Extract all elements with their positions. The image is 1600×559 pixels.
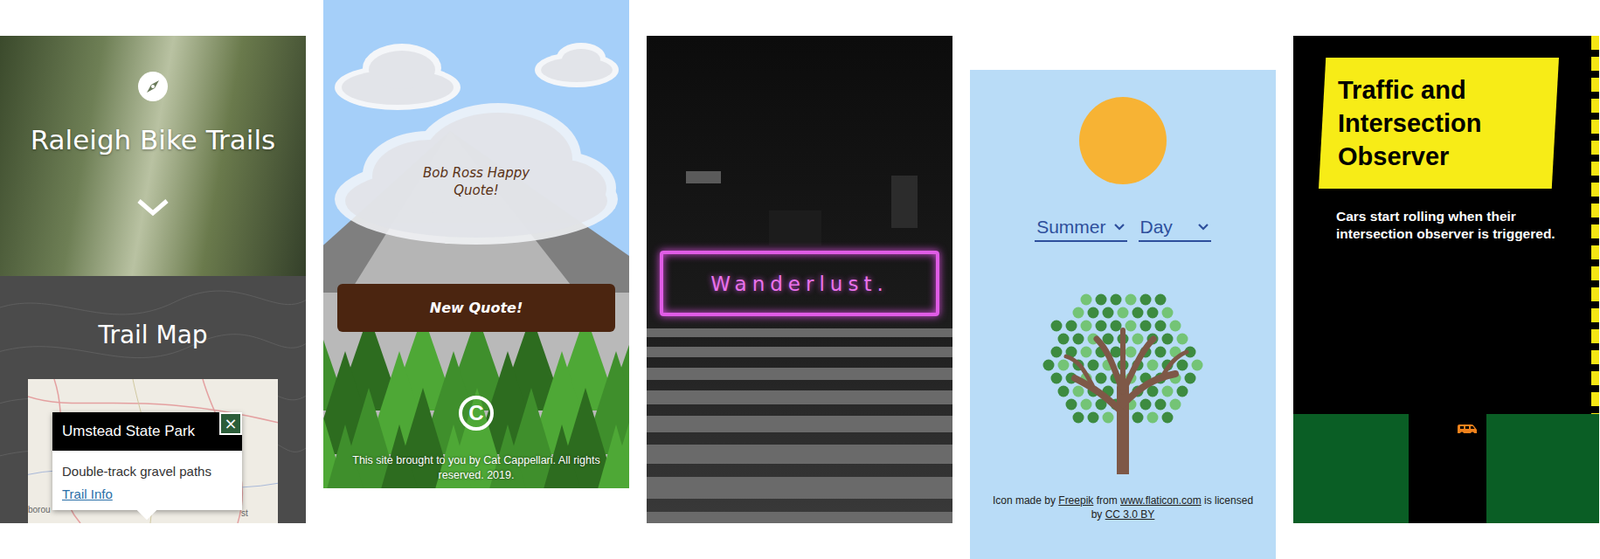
map-label: borou (27, 505, 51, 515)
select-row: Summer Day (1034, 215, 1212, 243)
bob-ross-panel: Bob Ross Happy Quote! New Quote! C This sit… (323, 0, 630, 489)
compass-icon (138, 71, 168, 102)
trails-panel: Raleigh Bike TrailsTrail MapboroustUmste… (0, 35, 306, 524)
seasons-panel: Summer Day Icon made by Freepik from www.f… (969, 69, 1276, 559)
sun-icon (1079, 96, 1167, 185)
credit-text: Icon made by (992, 494, 1059, 507)
lane-markings (1591, 35, 1600, 415)
site-title: Raleigh Bike Trails (30, 122, 276, 158)
title-box: Traffic and Intersection Observer (1318, 57, 1559, 189)
chevron-down-icon (1197, 222, 1210, 232)
subtitle: Cars start rolling when their intersecti… (1336, 207, 1565, 243)
neon-sign: Wanderlust. (659, 250, 940, 317)
credit-text: from (1093, 494, 1121, 507)
chevron-down-icon (1113, 222, 1126, 232)
popup-description: Double-track gravel paths (62, 463, 233, 481)
popup-title: Umstead State Park (62, 422, 195, 441)
icon-credit: Icon made by Freepik from www.flaticon.c… (987, 493, 1259, 522)
map-label: st (241, 508, 249, 519)
quote-area: Bob Ross Happy Quote! New Quote! C This sit… (323, 0, 630, 484)
trail-map[interactable]: borou st Umstead State Park × Double-track g… (27, 379, 278, 524)
road (1408, 414, 1487, 524)
dropdown[interactable]: Summer (1034, 215, 1127, 243)
page-title: Traffic and Intersection Observer (1337, 73, 1542, 174)
close-button[interactable]: × (219, 412, 243, 436)
dropdown-value: Day (1140, 215, 1173, 239)
hero: Raleigh Bike Trails (0, 35, 306, 277)
dropdown[interactable]: Day (1138, 215, 1212, 243)
hero: Wanderlust. (646, 35, 953, 317)
credit-link[interactable]: www.flaticon.com (1120, 494, 1202, 507)
dropdown-value: Summer (1036, 215, 1106, 239)
trail-info-link[interactable]: Trail Info (62, 485, 113, 504)
credit-link[interactable]: Freepik (1058, 494, 1094, 507)
new-quote-button[interactable]: New Quote! (337, 283, 616, 333)
footer-text: This site brought to you by Cat Cappella… (336, 453, 617, 484)
site-title: Wanderlust. (710, 272, 888, 296)
traffic-panel: Traffic and Intersection Observer Cars st… (1293, 35, 1600, 524)
tree-icon (1031, 290, 1215, 475)
van-icon (1456, 423, 1478, 437)
popup-header: Umstead State Park × (52, 412, 243, 451)
grass (1486, 414, 1600, 524)
wanderlust-panel: Wanderlust. (646, 35, 953, 524)
popup-tail (137, 500, 158, 521)
intersection (1293, 414, 1600, 524)
section-title: Trail Map (0, 319, 306, 352)
grass (1293, 414, 1409, 524)
logo: C (458, 395, 494, 431)
showcase: Raleigh Bike TrailsTrail MapboroustUmste… (0, 0, 1600, 559)
trail-map-section: Trail Map borou st Umstead State Park × Doubl… (0, 276, 306, 524)
quote-text: Bob Ross Happy Quote! (415, 164, 538, 200)
chevron-down-icon[interactable] (135, 193, 171, 221)
credit-link[interactable]: CC 3.0 BY (1105, 508, 1156, 521)
map-popup: Umstead State Park × Double-track gravel p… (52, 412, 243, 511)
